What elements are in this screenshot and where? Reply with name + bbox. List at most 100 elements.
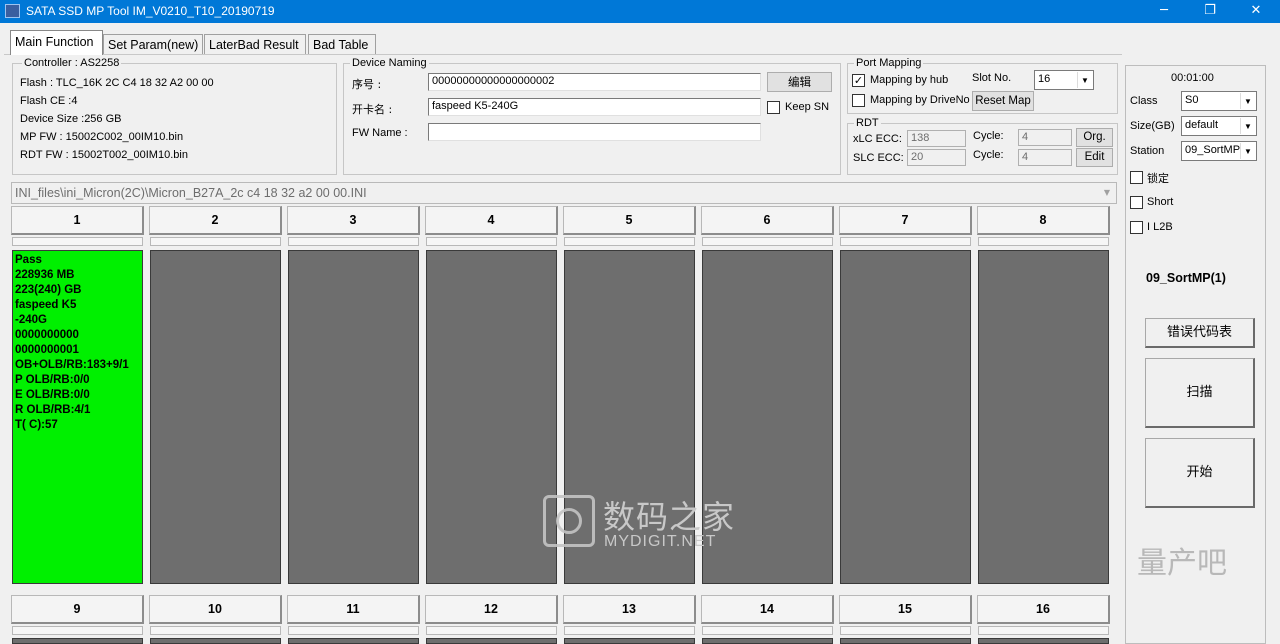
chevron-down-icon: ▼ (1240, 118, 1255, 134)
port-progress-bar (12, 626, 143, 635)
start-button[interactable]: 开始 (1145, 438, 1255, 508)
class-select[interactable]: S0 ▼ (1181, 91, 1257, 111)
port-header-4: 4 (425, 206, 558, 235)
port-status-line: E OLB/RB:0/0 (15, 389, 90, 401)
port-header-11: 11 (287, 595, 420, 624)
controller-title: Controller : AS2258 (22, 57, 122, 69)
port-header-9: 9 (11, 595, 144, 624)
port-status-line: -240G (15, 314, 47, 326)
port-progress-bar (426, 626, 557, 635)
port-header-14: 14 (701, 595, 834, 624)
class-label: Class (1130, 95, 1158, 107)
port-header-12: 12 (425, 595, 558, 624)
port-progress-bar (840, 237, 971, 246)
fw-name-label: FW Name : (352, 127, 408, 139)
cycle1-label: Cycle: (973, 130, 1004, 142)
cycle2-input[interactable]: 4 (1018, 149, 1072, 166)
station-value: 09_SortMP (1185, 144, 1241, 156)
ini-path-select[interactable]: INI_files\ini_Micron(2C)\Micron_B27A_2c … (11, 182, 1117, 204)
serial-input[interactable]: 00000000000000000002 (428, 73, 761, 91)
serial-label: 序号 : (352, 78, 382, 91)
card-name-input[interactable]: faspeed K5-240G (428, 98, 761, 116)
port-progress-bar (288, 626, 419, 635)
window-title: SATA SSD MP Tool IM_V0210_T10_20190719 (26, 4, 275, 18)
size-select[interactable]: default ▼ (1181, 116, 1257, 136)
flash-ce-info: Flash CE :4 (20, 95, 78, 107)
port-slot-7[interactable] (840, 250, 971, 584)
title-bar: SATA SSD MP Tool IM_V0210_T10_20190719 ─… (0, 0, 1280, 23)
mapping-by-hub-label: Mapping by hub (870, 74, 949, 86)
mapping-by-hub-checkbox[interactable]: ✓ (852, 74, 865, 87)
device-size-info: Device Size :256 GB (20, 113, 122, 125)
port-header-15: 15 (839, 595, 972, 624)
port-slot-3[interactable] (288, 250, 419, 584)
rdt-fw-info: RDT FW : 15002T002_00IM10.bin (20, 149, 188, 161)
slc-ecc-input[interactable]: 20 (907, 149, 966, 166)
port-slot-1[interactable]: Pass 228936 MB 223(240) GB faspeed K5 -2… (12, 250, 143, 584)
l2b-checkbox[interactable] (1130, 221, 1143, 234)
port-slot-4[interactable] (426, 250, 557, 584)
mp-fw-info: MP FW : 15002C002_00IM10.bin (20, 131, 184, 143)
tab-bad-table[interactable]: Bad Table (308, 34, 376, 54)
lock-checkbox[interactable] (1130, 171, 1143, 184)
cycle2-label: Cycle: (973, 149, 1004, 161)
maximize-button[interactable]: ❐ (1187, 0, 1233, 23)
rdt-edit-button[interactable]: Edit (1076, 148, 1113, 167)
slc-ecc-label: SLC ECC: (853, 152, 904, 164)
chevron-down-icon: ▼ (1240, 143, 1255, 159)
fw-name-input[interactable] (428, 123, 761, 141)
port-slot-15[interactable] (840, 638, 971, 644)
port-slot-13[interactable] (564, 638, 695, 644)
port-status-line: P OLB/RB:0/0 (15, 374, 90, 386)
close-button[interactable]: ✕ (1233, 0, 1279, 23)
port-slot-2[interactable] (150, 250, 281, 584)
xlc-ecc-input[interactable]: 138 (907, 130, 966, 147)
org-button[interactable]: Org. (1076, 128, 1113, 147)
port-progress-bar (564, 237, 695, 246)
port-progress-bar (702, 237, 833, 246)
port-slot-12[interactable] (426, 638, 557, 644)
mapping-by-drive-label: Mapping by DriveNo (870, 94, 970, 106)
error-code-button[interactable]: 错误代码表 (1145, 318, 1255, 348)
short-checkbox[interactable] (1130, 196, 1143, 209)
scan-button[interactable]: 扫描 (1145, 358, 1255, 428)
station-name: 09_SortMP(1) (1146, 271, 1226, 285)
port-header-7: 7 (839, 206, 972, 235)
lock-label: 锁定 (1147, 172, 1169, 185)
station-select[interactable]: 09_SortMP ▼ (1181, 141, 1257, 161)
class-value: S0 (1185, 94, 1199, 106)
port-header-10: 10 (149, 595, 282, 624)
minimize-button[interactable]: ─ (1141, 0, 1187, 23)
port-progress-bar (288, 237, 419, 246)
port-progress-bar (150, 626, 281, 635)
slot-no-select[interactable]: 16 ▼ (1034, 70, 1094, 90)
edit-naming-button[interactable]: 编辑 (767, 72, 832, 92)
mydigit-logo-icon (543, 495, 595, 547)
cycle1-input[interactable]: 4 (1018, 129, 1072, 146)
port-status-line: Pass (15, 254, 42, 266)
port-progress-bar (702, 626, 833, 635)
chevron-down-icon: ▼ (1077, 72, 1092, 88)
timer-display: 00:01:00 (1171, 72, 1214, 84)
port-slot-16[interactable] (978, 638, 1109, 644)
port-header-3: 3 (287, 206, 420, 235)
port-slot-14[interactable] (702, 638, 833, 644)
keep-sn-checkbox[interactable] (767, 101, 780, 114)
port-progress-bar (840, 626, 971, 635)
port-1-status: Pass 228936 MB 223(240) GB faspeed K5 -2… (15, 253, 129, 433)
port-status-line: 223(240) GB (15, 284, 82, 296)
station-label: Station (1130, 145, 1165, 157)
port-mapping-title: Port Mapping (854, 57, 924, 69)
port-slot-9[interactable] (12, 638, 143, 644)
tab-main-function[interactable]: Main Function (10, 30, 103, 55)
tab-laterbad-result[interactable]: LaterBad Result (204, 34, 306, 54)
tab-set-param[interactable]: Set Param(new) (103, 34, 203, 54)
port-slot-8[interactable] (978, 250, 1109, 584)
mapping-by-drive-checkbox[interactable] (852, 94, 865, 107)
port-slot-11[interactable] (288, 638, 419, 644)
port-status-line: 228936 MB (15, 269, 75, 281)
port-slot-10[interactable] (150, 638, 281, 644)
port-status-line: faspeed K5 (15, 299, 77, 311)
device-naming-title: Device Naming (350, 57, 429, 69)
reset-map-button[interactable]: Reset Map (972, 91, 1034, 111)
